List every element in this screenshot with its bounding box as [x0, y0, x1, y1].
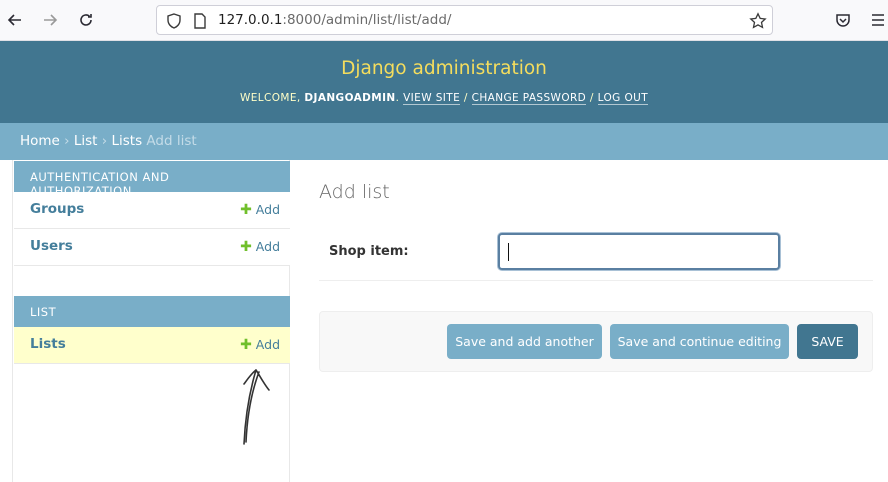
shop-item-label: Shop item: [329, 244, 409, 259]
sidebar-item-users: Users ✚ Add [14, 229, 290, 266]
pocket-icon[interactable] [833, 10, 853, 30]
shield-icon[interactable] [165, 12, 183, 30]
back-arrow-icon[interactable] [5, 10, 25, 30]
module-auth: AUTHENTICATION AND AUTHORIZATION Groups … [14, 161, 290, 266]
groups-link[interactable]: Groups [30, 201, 84, 217]
page-icon [191, 12, 209, 30]
add-group-link[interactable]: ✚ Add [240, 202, 280, 218]
lists-link[interactable]: Lists [30, 336, 66, 352]
form-row-shop-item: Shop item: [319, 224, 873, 281]
forward-arrow-icon[interactable] [40, 10, 60, 30]
user-tools: WELCOME, DJANGOADMIN. VIEW SITE / CHANGE… [239, 92, 649, 105]
view-site-link[interactable]: VIEW SITE [403, 92, 461, 105]
page-title: Add list [319, 181, 390, 203]
save-button[interactable]: SAVE [797, 324, 858, 359]
url-text[interactable]: 127.0.0.1:8000/admin/list/list/add/ [218, 12, 451, 28]
add-user-link[interactable]: ✚ Add [240, 239, 280, 255]
module-list: LIST Lists ✚ Add [14, 296, 290, 364]
breadcrumb-current: Add list [146, 133, 197, 149]
sidebar-item-lists: Lists ✚ Add [14, 327, 290, 364]
plus-icon: ✚ [240, 337, 252, 353]
save-continue-button[interactable]: Save and continue editing [610, 324, 789, 359]
breadcrumb-model[interactable]: Lists [111, 133, 142, 149]
welcome-text: WELCOME, [239, 92, 301, 104]
submit-row: Save and add another Save and continue e… [319, 311, 873, 372]
menu-icon[interactable] [868, 10, 888, 30]
hand-drawn-arrow-icon [243, 369, 270, 445]
module-caption[interactable]: LIST [14, 296, 290, 327]
module-caption[interactable]: AUTHENTICATION AND AUTHORIZATION [14, 161, 290, 198]
add-list-link[interactable]: ✚ Add [240, 337, 280, 353]
change-password-link[interactable]: CHANGE PASSWORD [471, 92, 587, 105]
users-link[interactable]: Users [30, 238, 73, 254]
username: DJANGOADMIN [304, 92, 396, 104]
sidebar-item-groups: Groups ✚ Add [14, 192, 290, 229]
logout-link[interactable]: LOG OUT [597, 92, 649, 105]
admin-header: Django administration WELCOME, DJANGOADM… [0, 41, 888, 123]
breadcrumb-app[interactable]: List [74, 133, 98, 149]
site-name[interactable]: Django administration [0, 58, 888, 79]
shop-item-input[interactable] [498, 233, 780, 270]
plus-icon: ✚ [240, 202, 252, 218]
breadcrumb-home[interactable]: Home [20, 133, 60, 149]
plus-icon: ✚ [240, 239, 252, 255]
save-add-another-button[interactable]: Save and add another [447, 324, 602, 359]
browser-toolbar: 127.0.0.1:8000/admin/list/list/add/ [0, 0, 888, 41]
bookmark-star-icon[interactable] [749, 12, 767, 30]
reload-icon[interactable] [76, 10, 96, 30]
breadcrumb: Home › List › Lists Add list [0, 123, 888, 160]
address-bar[interactable]: 127.0.0.1:8000/admin/list/list/add/ [156, 5, 773, 35]
text-caret [508, 243, 509, 261]
